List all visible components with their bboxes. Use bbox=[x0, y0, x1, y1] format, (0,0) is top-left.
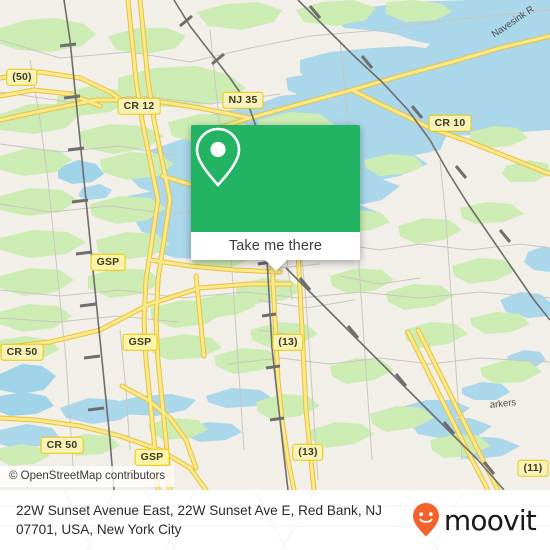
location-popup-card[interactable]: Take me there bbox=[191, 125, 360, 271]
footer-bar: 22W Sunset Avenue East, 22W Sunset Ave E… bbox=[0, 490, 550, 550]
road-shield: (13) bbox=[292, 443, 324, 461]
moovit-wordmark: moovit bbox=[443, 503, 537, 537]
road-shield: CR 10 bbox=[428, 114, 472, 132]
road-shield: GSP bbox=[122, 333, 158, 351]
take-me-there-label: Take me there bbox=[228, 238, 323, 254]
moovit-logo[interactable]: moovit bbox=[411, 502, 537, 538]
address-text: 22W Sunset Avenue East, 22W Sunset Ave E… bbox=[16, 503, 382, 537]
road-shield: (50) bbox=[6, 68, 38, 86]
road-shield: GSP bbox=[90, 253, 126, 271]
road-shield: (11) bbox=[517, 459, 549, 477]
popup-pin-panel bbox=[191, 125, 360, 232]
road-shield: (13) bbox=[272, 333, 304, 351]
map-pin-icon bbox=[195, 127, 241, 187]
take-me-there-button[interactable]: Take me there bbox=[191, 232, 360, 271]
road-shield: CR 50 bbox=[40, 436, 84, 454]
moovit-smiley-pin-icon bbox=[412, 503, 439, 537]
road-shield: GSP bbox=[134, 448, 170, 466]
road-shield: CR 50 bbox=[0, 343, 44, 361]
osm-attribution[interactable]: © OpenStreetMap contributors bbox=[0, 466, 175, 487]
road-shield: NJ 35 bbox=[222, 91, 264, 109]
map-canvas[interactable]: (50) CR 12 NJ 35 CR 10 GSP GSP CR 50 (13… bbox=[0, 0, 550, 490]
road-shield: CR 12 bbox=[117, 97, 161, 115]
popup-tail bbox=[264, 260, 287, 271]
moovit-map-screenshot: (50) CR 12 NJ 35 CR 10 GSP GSP CR 50 (13… bbox=[0, 0, 550, 550]
